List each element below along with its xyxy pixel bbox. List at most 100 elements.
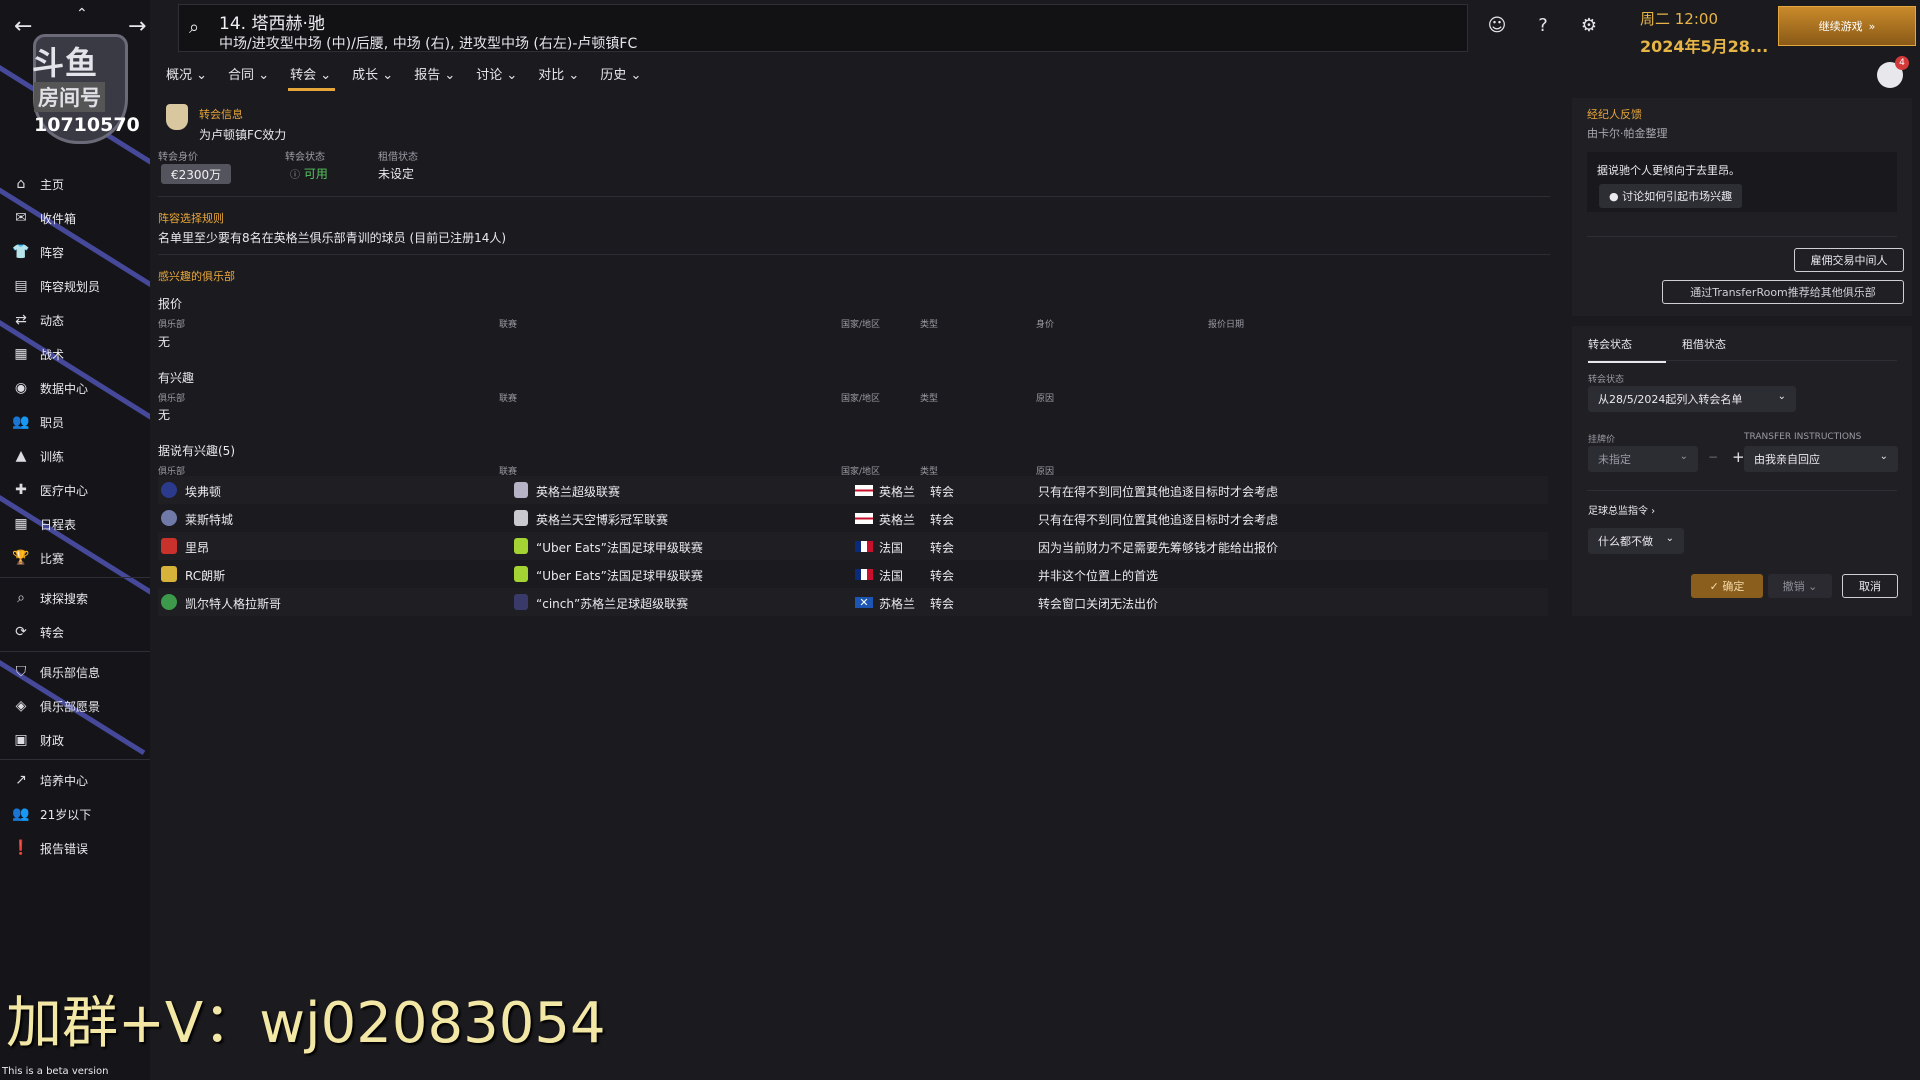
sidebar-item-label: 阵容规划员 (40, 279, 101, 294)
celtic-crest-icon (161, 594, 177, 610)
table-row[interactable]: 埃弗顿 英格兰超级联赛 英格兰 转会 只有在得不到同位置其他追逐目标时才会考虑 (158, 476, 1548, 504)
shield-icon: ⛉ (15, 664, 27, 680)
sidebar-item-scouting[interactable]: ⌕ 球探搜索 (0, 581, 150, 615)
table-row[interactable]: RC朗斯 “Uber Eats”法国足球甲级联赛 法国 转会 并非这个位置上的首… (158, 560, 1548, 588)
chevron-double-right-icon: » (1868, 19, 1876, 33)
decrease-price-button[interactable]: − (1708, 450, 1718, 464)
leicester-crest-icon (161, 510, 177, 526)
hire-intermediary-button[interactable]: 雇佣交易中间人 (1794, 248, 1904, 272)
undo-button[interactable]: 撤销 ⌄ (1768, 574, 1832, 598)
club-name[interactable]: 凯尔特人格拉斯哥 (185, 595, 281, 612)
sidebar-item-squad-planner[interactable]: ▤ 阵容规划员 (0, 269, 150, 303)
avatar[interactable]: 4 (1877, 56, 1909, 88)
sidebar-item-finances[interactable]: ▣ 财政 (0, 723, 150, 757)
confirm-button[interactable]: ✓ 确定 (1691, 574, 1763, 598)
sidebar-item-report-bug[interactable]: ❗ 报告错误 (0, 831, 150, 865)
transfer-value-pill[interactable]: €2300万 (161, 164, 232, 184)
nation-name[interactable]: 苏格兰 (879, 595, 915, 612)
sidebar-item-transfers[interactable]: ⟳ 转会 (0, 615, 150, 649)
finance-icon: ▣ (14, 732, 28, 748)
trophy-icon: 🏆 (12, 550, 30, 566)
nation-name[interactable]: 法国 (879, 567, 903, 584)
transfer-icon: ⟳ (15, 624, 27, 640)
continue-button[interactable]: 继续游戏 » (1778, 6, 1916, 46)
scotland-flag-icon: ✕ (855, 597, 873, 608)
increase-price-button[interactable]: + (1732, 448, 1745, 466)
table-row[interactable]: 莱斯特城 英格兰天空博彩冠军联赛 英格兰 转会 只有在得不到同位置其他追逐目标时… (158, 504, 1548, 532)
premier-league-icon (514, 482, 528, 498)
sidebar-item-training[interactable]: ▲ 训练 (0, 439, 150, 473)
league-name[interactable]: 英格兰超级联赛 (536, 483, 620, 500)
search-icon[interactable]: ⌕ (189, 17, 199, 38)
interested-clubs-title: 感兴趣的俱乐部 (158, 270, 235, 283)
discuss-interest-button[interactable]: ● 讨论如何引起市场兴趣 (1599, 184, 1743, 208)
gear-icon[interactable]: ⚙ (1577, 14, 1601, 38)
asking-price-dropdown[interactable]: 未指定 ⌄ (1588, 446, 1698, 472)
cancel-button[interactable]: 取消 (1842, 574, 1898, 598)
league-name[interactable]: “Uber Eats”法国足球甲级联赛 (536, 539, 703, 556)
tab-transfer[interactable]: 转会 ⌄ (288, 64, 341, 91)
sidebar-item-staff[interactable]: 👥 职员 (0, 405, 150, 439)
sidebar-item-schedule[interactable]: ▦ 日程表 (0, 507, 150, 541)
tab-history[interactable]: 历史 ⌄ (600, 64, 651, 91)
development-icon: ↗ (15, 772, 27, 788)
tab-development[interactable]: 成长 ⌄ (352, 64, 403, 91)
tab-reports[interactable]: 报告 ⌄ (414, 64, 465, 91)
sidebar-item-tactics[interactable]: ▦ 战术 (0, 337, 150, 371)
transfer-status-dropdown[interactable]: 从28/5/2024起列入转会名单 ⌄ (1588, 386, 1796, 412)
club-name[interactable]: 里昂 (185, 539, 209, 556)
sidebar-item-club-vision[interactable]: ◈ 俱乐部愿景 (0, 689, 150, 723)
tab-contract[interactable]: 合同 ⌄ (228, 64, 279, 91)
director-instructions-link[interactable]: 足球总监指令 › (1588, 502, 1655, 517)
tab-discuss[interactable]: 讨论 ⌄ (476, 64, 527, 91)
transfer-type: 转会 (930, 597, 955, 611)
col-reason: 原因 (1036, 394, 1055, 404)
home-icon: ⌂ (16, 176, 26, 192)
director-instructions-dropdown[interactable]: 什么都不做 ⌄ (1588, 528, 1684, 554)
sidebar-item-data-hub[interactable]: ◉ 数据中心 (0, 371, 150, 405)
tab-transfer-status[interactable]: 转会状态 (1588, 336, 1666, 363)
league-name[interactable]: “cinch”苏格兰足球超级联赛 (536, 595, 688, 612)
club-name[interactable]: 埃弗顿 (185, 483, 221, 500)
tab-overview[interactable]: 概况 ⌄ (166, 64, 217, 91)
divider (1587, 236, 1897, 237)
league-name[interactable]: “Uber Eats”法国足球甲级联赛 (536, 567, 703, 584)
up-arrow-icon[interactable]: ⌃ (76, 6, 88, 22)
championship-icon (514, 510, 528, 526)
sidebar-item-competitions[interactable]: 🏆 比赛 (0, 541, 150, 575)
transfer-type: 转会 (930, 513, 955, 527)
scottish-premiership-icon (514, 594, 528, 610)
transfer-instructions-dropdown[interactable]: 由我亲自回应 ⌄ (1744, 446, 1898, 472)
player-search-box[interactable]: ⌕ 14. 塔西赫·驰 中场/进攻型中场 (中)/后腰, 中场 (右), 进攻型… (178, 4, 1468, 52)
sidebar-item-development[interactable]: ↗ 培养中心 (0, 763, 150, 797)
club-name[interactable]: 莱斯特城 (185, 511, 233, 528)
agent-feedback-box: 经纪人反馈 由卡尔·帕金整理 据说驰个人更倾向于去里昂。 ● 讨论如何引起市场兴… (1572, 98, 1912, 316)
transferroom-button[interactable]: 通过TransferRoom推荐给其他俱乐部 (1662, 280, 1904, 304)
watermark-brand: 斗鱼 (32, 44, 99, 82)
sidebar-item-u21[interactable]: 👥 21岁以下 (0, 797, 150, 831)
club-crest-icon (166, 104, 188, 130)
nation-name[interactable]: 英格兰 (879, 483, 915, 500)
help-icon[interactable]: ? (1531, 14, 1555, 38)
calendar-icon: ▦ (14, 516, 28, 532)
sidebar-item-medical[interactable]: ✚ 医疗中心 (0, 473, 150, 507)
table-row[interactable]: 凯尔特人格拉斯哥 “cinch”苏格兰足球超级联赛 ✕ 苏格兰 转会 转会窗口关… (158, 588, 1548, 616)
table-row[interactable]: 里昂 “Uber Eats”法国足球甲级联赛 法国 转会 因为当前财力不足需要先… (158, 532, 1548, 560)
top-icons: ☺ ? ⚙ (1485, 14, 1601, 38)
asking-price-label: 挂牌价 (1588, 435, 1616, 445)
brain-icon[interactable]: ☺ (1485, 14, 1509, 38)
club-name[interactable]: RC朗斯 (185, 567, 225, 584)
sidebar-item-dynamics[interactable]: ⇄ 动态 (0, 303, 150, 337)
watermark-room-label: 房间号 (34, 82, 105, 112)
sidebar-item-squad[interactable]: 👕 阵容 (0, 235, 150, 269)
nation-name[interactable]: 英格兰 (879, 511, 915, 528)
tab-compare[interactable]: 对比 ⌄ (538, 64, 589, 91)
sidebar-item-club-info[interactable]: ⛉ 俱乐部信息 (0, 655, 150, 689)
sidebar-item-inbox[interactable]: ✉ 收件箱 (0, 201, 150, 235)
tab-loan-status[interactable]: 租借状态 (1682, 336, 1726, 352)
nation-name[interactable]: 法国 (879, 539, 903, 556)
transfer-status-value: 可用 (303, 167, 328, 181)
reason: 因为当前财力不足需要先筹够钱才能给出报价 (1038, 541, 1279, 555)
sidebar-item-home[interactable]: ⌂ 主页 (0, 167, 150, 201)
league-name[interactable]: 英格兰天空博彩冠军联赛 (536, 511, 668, 528)
